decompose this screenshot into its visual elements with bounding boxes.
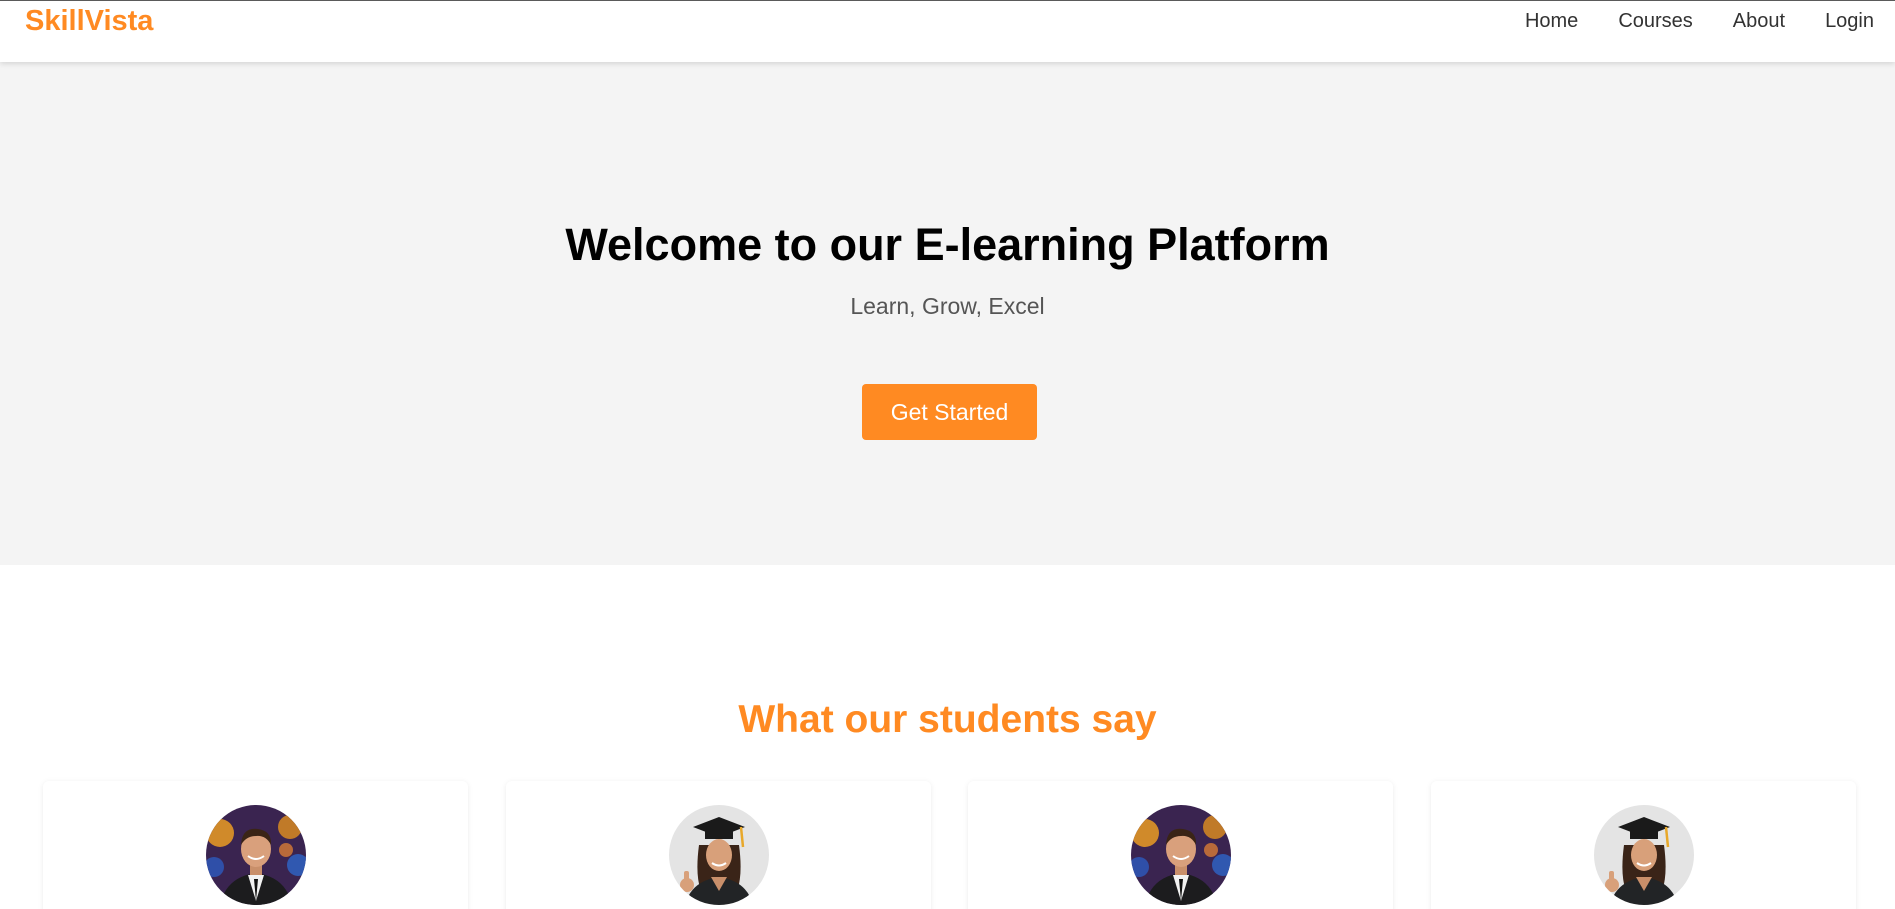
testimonial-card bbox=[968, 781, 1393, 909]
hero-title: Welcome to our E-learning Platform bbox=[565, 219, 1330, 270]
testimonial-card bbox=[43, 781, 468, 909]
hero-section: Welcome to our E-learning Platform Learn… bbox=[0, 62, 1895, 565]
male-student-avatar bbox=[1131, 805, 1231, 905]
hero-subtitle: Learn, Grow, Excel bbox=[850, 293, 1045, 319]
female-graduate-avatar bbox=[669, 805, 769, 905]
brand-logo[interactable]: SkillVista bbox=[25, 4, 153, 38]
testimonial-cards bbox=[43, 781, 1856, 909]
get-started-button[interactable]: Get Started bbox=[862, 384, 1037, 440]
testimonial-card bbox=[506, 781, 931, 909]
nav-links: Home Courses About Login bbox=[1525, 9, 1874, 33]
nav-link-login[interactable]: Login bbox=[1825, 9, 1874, 33]
navbar: SkillVista Home Courses About Login bbox=[0, 0, 1895, 62]
testimonials-title: What our students say bbox=[738, 698, 1157, 741]
nav-link-about[interactable]: About bbox=[1733, 9, 1785, 33]
nav-link-courses[interactable]: Courses bbox=[1618, 9, 1692, 33]
nav-link-home[interactable]: Home bbox=[1525, 9, 1578, 33]
female-graduate-avatar bbox=[1594, 805, 1694, 905]
male-student-avatar bbox=[206, 805, 306, 905]
testimonial-card bbox=[1431, 781, 1856, 909]
